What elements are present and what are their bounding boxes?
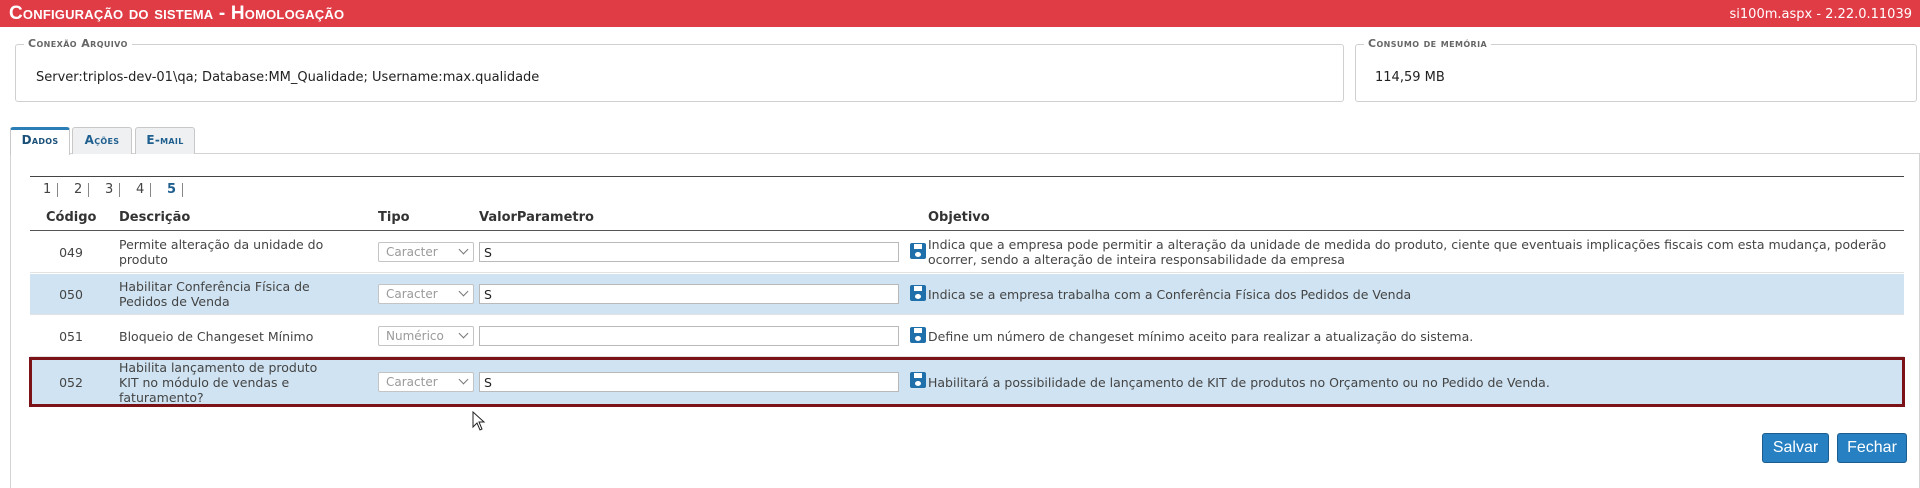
save-button[interactable]: Salvar <box>1762 433 1829 463</box>
col-codigo: Código <box>46 210 97 225</box>
page-link-2[interactable]: 2 <box>68 183 90 197</box>
col-tipo: Tipo <box>378 210 410 225</box>
connection-info: Server:triplos-dev-01\qa; Database:MM_Qu… <box>36 70 540 85</box>
tipo-select[interactable]: Caracter <box>378 242 474 262</box>
chevron-down-icon <box>458 244 469 255</box>
cell-descricao: Habilita lançamento de produto KIT no mó… <box>119 360 318 405</box>
page-title: Configuração do sistema - Homologação <box>9 3 345 24</box>
cell-codigo: 051 <box>59 329 83 344</box>
col-descricao: Descrição <box>119 210 191 225</box>
cell-codigo: 049 <box>59 245 83 260</box>
table-row[interactable]: 051 Bloqueio de Changeset Mínimo Numéric… <box>30 316 1904 357</box>
version-label: si100m.aspx - 2.22.0.11039 <box>1729 7 1912 22</box>
save-icon[interactable] <box>910 327 926 343</box>
col-objetivo: Objetivo <box>928 210 990 225</box>
chevron-down-icon <box>458 374 469 385</box>
chevron-down-icon <box>458 286 469 297</box>
valor-input[interactable] <box>479 326 899 346</box>
save-icon[interactable] <box>910 285 926 301</box>
tipo-select-value: Caracter <box>386 375 438 389</box>
cell-codigo: 050 <box>59 287 83 302</box>
page-link-4[interactable]: 4 <box>130 183 152 197</box>
cell-objetivo: Habilitará a possibilidade de lançamento… <box>928 375 1550 390</box>
tipo-select-value: Numérico <box>386 329 444 343</box>
valor-input[interactable] <box>479 372 899 392</box>
table-row[interactable]: 049 Permite alteração da unidade do prod… <box>30 232 1904 273</box>
tipo-select[interactable]: Caracter <box>378 284 474 304</box>
cell-codigo: 052 <box>59 375 83 390</box>
col-valor: ValorParametro <box>479 210 594 225</box>
close-button[interactable]: Fechar <box>1837 433 1907 463</box>
cell-descricao: Permite alteração da unidade do produto <box>119 237 324 267</box>
connection-legend: Conexão Arquivo <box>24 37 132 50</box>
pager: 1 2 3 4 5 <box>30 176 1904 202</box>
page-link-1[interactable]: 1 <box>37 183 59 197</box>
memory-panel: Consumo de memória 114,59 MB <box>1355 37 1917 102</box>
cell-objetivo: Define um número de changeset mínimo ace… <box>928 329 1474 344</box>
connection-panel: Conexão Arquivo Server:triplos-dev-01\qa… <box>15 37 1344 102</box>
cell-descricao: Habilitar Conferência Física de Pedidos … <box>119 279 310 309</box>
mouse-cursor-icon <box>472 411 486 431</box>
page-link-3[interactable]: 3 <box>99 183 121 197</box>
tipo-select[interactable]: Caracter <box>378 372 474 392</box>
cell-objetivo: Indica que a empresa pode permitir a alt… <box>928 237 1887 267</box>
title-bar: Configuração do sistema - Homologação si… <box>0 0 1920 27</box>
valor-input[interactable] <box>479 284 899 304</box>
memory-value: 114,59 MB <box>1375 70 1445 85</box>
cell-descricao: Bloqueio de Changeset Mínimo <box>119 329 314 344</box>
save-icon[interactable] <box>910 372 926 388</box>
valor-input[interactable] <box>479 242 899 262</box>
tipo-select-value: Caracter <box>386 287 438 301</box>
memory-legend: Consumo de memória <box>1364 37 1492 50</box>
cell-objetivo: Indica se a empresa trabalha com a Confe… <box>928 287 1412 302</box>
tipo-select-value: Caracter <box>386 245 438 259</box>
tab-acoes[interactable]: Ações <box>72 127 132 154</box>
tipo-select[interactable]: Numérico <box>378 326 474 346</box>
tab-dados[interactable]: Dados <box>10 127 70 155</box>
save-icon[interactable] <box>910 243 926 259</box>
page-link-5[interactable]: 5 <box>161 183 184 197</box>
table-row[interactable]: 050 Habilitar Conferência Física de Pedi… <box>30 274 1904 315</box>
tab-email[interactable]: E-mail <box>135 127 195 154</box>
grid-header: Código Descrição Tipo ValorParametro Obj… <box>30 204 1904 231</box>
table-row-selected[interactable]: 052 Habilita lançamento de produto KIT n… <box>29 357 1905 407</box>
chevron-down-icon <box>458 328 469 339</box>
